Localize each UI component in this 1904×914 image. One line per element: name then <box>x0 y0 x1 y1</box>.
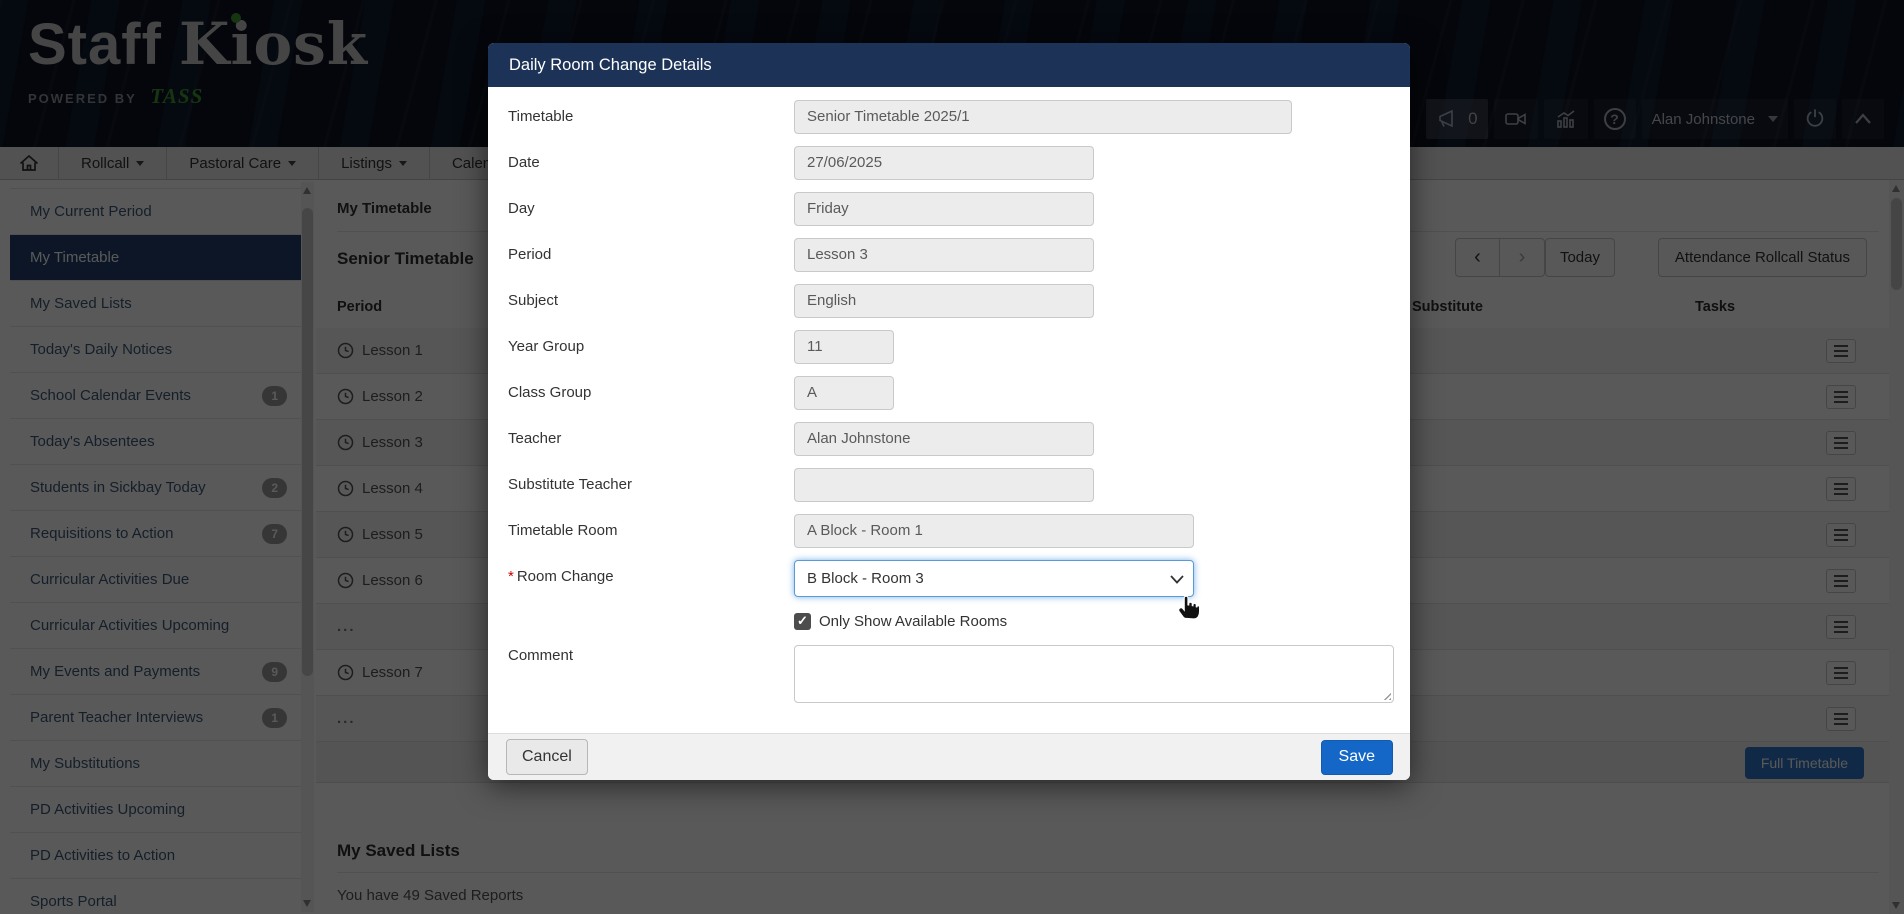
field-input-date[interactable]: 27/06/2025 <box>794 146 1094 180</box>
field-input-period[interactable]: Lesson 3 <box>794 238 1094 272</box>
field-row-class-group: Class Group A <box>508 376 1394 410</box>
field-label: Substitute Teacher <box>508 468 632 502</box>
select-chevron-icon <box>1170 575 1184 584</box>
comment-label: Comment <box>508 647 573 664</box>
field-label: Teacher <box>508 422 561 456</box>
field-row-substitute-teacher: Substitute Teacher <box>508 468 1394 502</box>
save-button[interactable]: Save <box>1321 740 1393 775</box>
field-input-timetable-room[interactable]: A Block - Room 1 <box>794 514 1194 548</box>
only-available-rooms-checkbox[interactable]: ✓ <box>794 613 811 630</box>
field-label: Date <box>508 146 540 180</box>
field-label: Period <box>508 238 551 272</box>
only-available-rooms-row: ✓ Only Show Available Rooms <box>794 611 1007 631</box>
staff-kiosk-app: Staff Kiosk POWERED BY TASS 0 <box>0 0 1904 914</box>
field-input-year-group[interactable]: 11 <box>794 330 894 364</box>
daily-room-change-modal: Daily Room Change Details Timetable Senio… <box>488 43 1410 780</box>
field-input-day[interactable]: Friday <box>794 192 1094 226</box>
field-row-date: Date 27/06/2025 <box>508 146 1394 180</box>
field-label: Timetable <box>508 100 573 134</box>
field-row-timetable: Timetable Senior Timetable 2025/1 <box>508 100 1394 134</box>
room-change-select[interactable]: B Block - Room 3 <box>794 560 1194 597</box>
cancel-button[interactable]: Cancel <box>506 739 588 775</box>
field-input-timetable[interactable]: Senior Timetable 2025/1 <box>794 100 1292 134</box>
modal-title: Daily Room Change Details <box>488 43 1410 87</box>
field-input-class-group[interactable]: A <box>794 376 894 410</box>
field-row-period: Period Lesson 3 <box>508 238 1394 272</box>
field-input-substitute-teacher[interactable] <box>794 468 1094 502</box>
room-change-row: *Room Change B Block - Room 3 <box>508 560 1394 599</box>
field-row-day: Day Friday <box>508 192 1394 226</box>
field-row-teacher: Teacher Alan Johnstone <box>508 422 1394 456</box>
only-available-rooms-label: Only Show Available Rooms <box>819 613 1007 630</box>
field-input-teacher[interactable]: Alan Johnstone <box>794 422 1094 456</box>
field-label: Timetable Room <box>508 514 617 548</box>
field-input-subject[interactable]: English <box>794 284 1094 318</box>
field-label: Subject <box>508 284 558 318</box>
field-label: Day <box>508 192 535 226</box>
field-row-timetable-room: Timetable Room A Block - Room 1 <box>508 514 1394 548</box>
field-label: Class Group <box>508 376 591 410</box>
modal-footer: Cancel Save <box>488 733 1410 780</box>
field-label: Year Group <box>508 330 584 364</box>
field-row-subject: Subject English <box>508 284 1394 318</box>
required-asterisk: * <box>508 568 514 585</box>
comment-textarea[interactable] <box>794 645 1394 703</box>
room-change-label: *Room Change <box>508 560 614 594</box>
field-row-year-group: Year Group 11 <box>508 330 1394 364</box>
